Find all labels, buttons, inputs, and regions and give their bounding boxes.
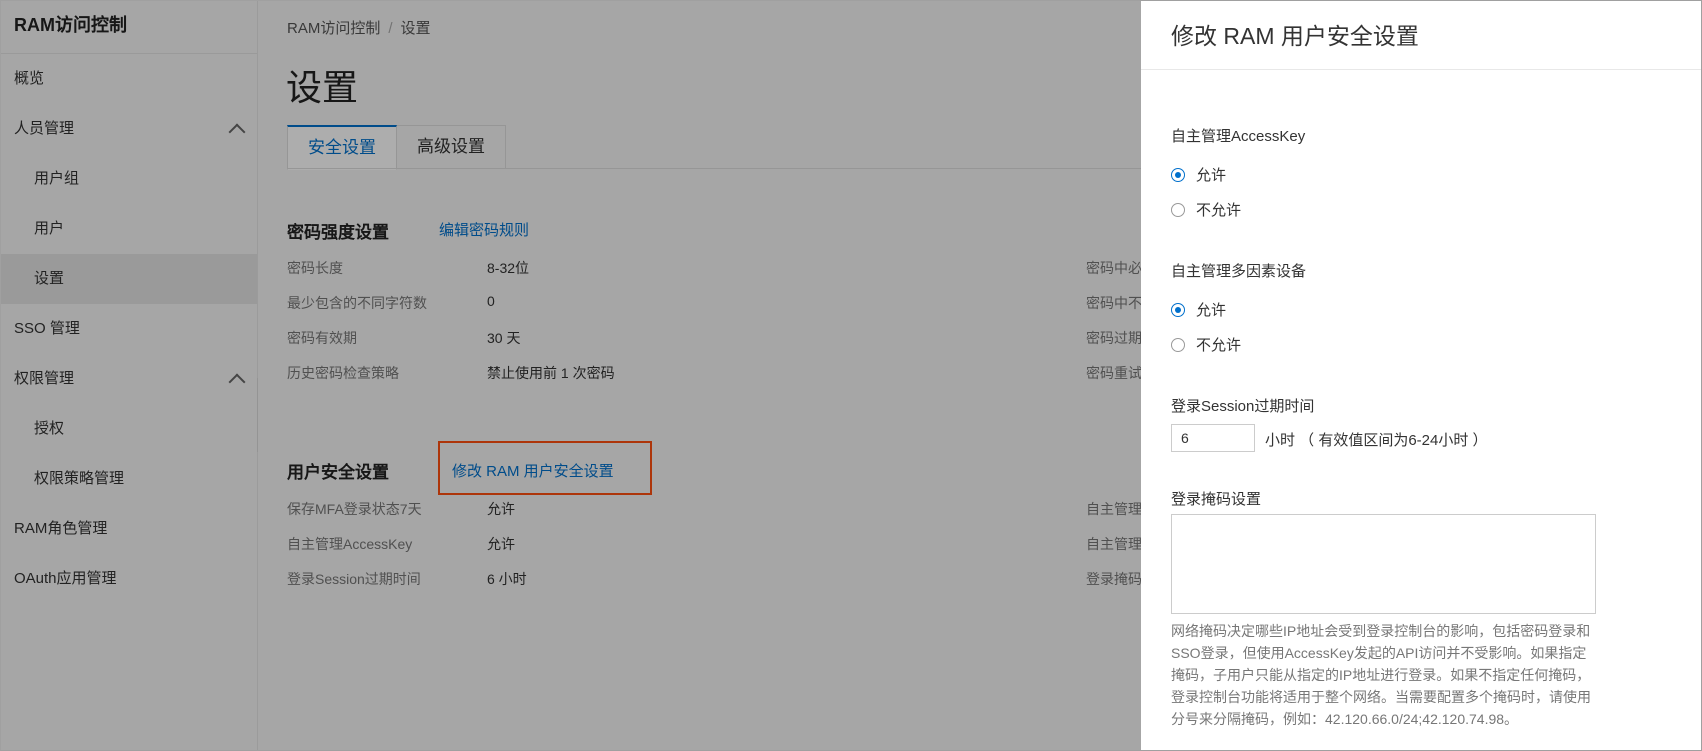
radio-label: 不允许 [1196,337,1242,354]
session-hours-input[interactable] [1171,424,1255,452]
modal-overlay[interactable] [1,1,1141,750]
radio-label: 允许 [1196,167,1227,184]
accesskey-allow-radio[interactable]: 允许 [1171,164,1226,185]
drawer-header: 修改 RAM 用户安全设置 [1141,1,1701,70]
mask-textarea[interactable] [1171,514,1596,614]
accesskey-deny-radio[interactable]: 不允许 [1171,199,1241,220]
settings-drawer: 修改 RAM 用户安全设置 自主管理AccessKey 允许 不允许 自主管理多… [1141,1,1701,750]
mfa-deny-radio[interactable]: 不允许 [1171,334,1241,355]
drawer-title: 修改 RAM 用户安全设置 [1171,23,1419,49]
radio-checked-icon [1171,167,1185,182]
app-window: RAM访问控制 概览 人员管理 用户组 用户 设置 SSO 管理 权限管理 授权… [0,0,1702,751]
mfa-label: 自主管理多因素设备 [1171,263,1307,280]
radio-label: 允许 [1196,302,1227,319]
accesskey-label: 自主管理AccessKey [1171,128,1306,145]
radio-unchecked-icon [1171,202,1185,217]
radio-unchecked-icon [1171,337,1185,352]
mask-label: 登录掩码设置 [1171,491,1262,508]
radio-label: 不允许 [1196,202,1242,219]
radio-checked-icon [1171,302,1185,317]
session-label: 登录Session过期时间 [1171,398,1315,415]
mask-description: 网络掩码决定哪些IP地址会受到登录控制台的影响，包括密码登录和SSO登录，但使用… [1171,623,1591,727]
session-hint: 小时 （ 有效值区间为6-24小时 ） [1265,432,1488,449]
mfa-allow-radio[interactable]: 允许 [1171,299,1226,320]
